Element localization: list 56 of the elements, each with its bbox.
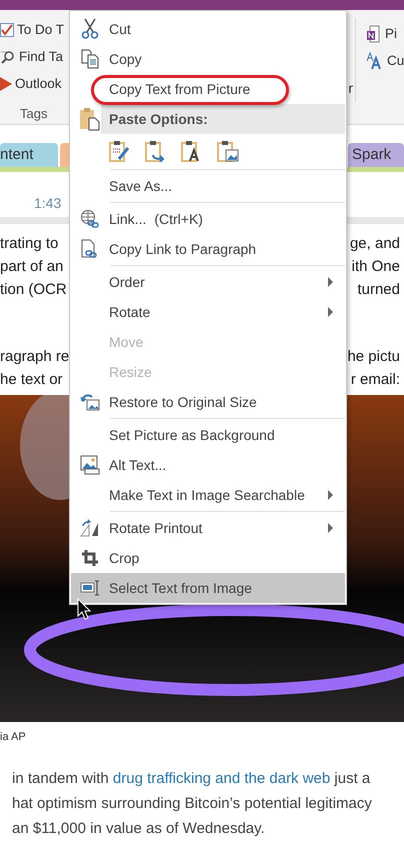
ribbon-button-label[interactable]: To Do T bbox=[17, 22, 64, 37]
crop-icon bbox=[81, 549, 99, 567]
paragraph-text: tion (OCR bbox=[0, 280, 67, 300]
copy-icon bbox=[80, 49, 100, 69]
paste-merge-icon[interactable] bbox=[145, 140, 167, 162]
menu-item[interactable]: Set Picture as Background bbox=[71, 420, 345, 450]
paragraph-text: r email: bbox=[350, 370, 400, 390]
menu-section-header: Paste Options: bbox=[101, 104, 345, 134]
menu-item[interactable]: Make Text in Image Searchable bbox=[71, 480, 345, 510]
scissors-icon bbox=[80, 18, 100, 40]
article-text: an $11,000 in value as of Wednesday. bbox=[12, 819, 266, 839]
menu-item[interactable]: Crop bbox=[71, 543, 345, 573]
paragraph-text: he text or bbox=[0, 370, 63, 390]
clipboard-icon bbox=[79, 107, 101, 131]
menu-item[interactable]: Alt Text... bbox=[71, 450, 345, 480]
paragraph-text: ragraph re bbox=[0, 347, 70, 367]
ribbon-group-label: Tags bbox=[20, 106, 48, 121]
ribbon-button-label[interactable]: Cu bbox=[387, 53, 404, 68]
menu-item[interactable]: Cut bbox=[71, 14, 345, 44]
flag-triangle-icon bbox=[0, 76, 12, 90]
ribbon-button-label[interactable]: Outlook bbox=[15, 76, 62, 91]
paragraph-text: he pictu bbox=[347, 347, 400, 367]
menu-item[interactable]: Select Text from Image bbox=[71, 573, 345, 603]
select-text-icon bbox=[80, 580, 100, 596]
ribbon-button-label[interactable]: Pi bbox=[385, 26, 398, 41]
paste-format-icon[interactable] bbox=[109, 140, 131, 162]
menu-item[interactable]: Rotate Printout bbox=[71, 513, 345, 543]
section-tab[interactable]: ntent bbox=[0, 143, 58, 167]
photo-caption: ia AP bbox=[0, 731, 26, 743]
ribbon-button-label[interactable]: Find Ta bbox=[19, 49, 64, 64]
paragraph-text: turned bbox=[357, 280, 400, 300]
restore-picture-icon bbox=[80, 393, 100, 411]
font-letters-icon bbox=[366, 52, 384, 70]
article-text: in tandem with drug trafficking and the dark web just a bbox=[12, 769, 372, 789]
picture-icon bbox=[80, 455, 100, 475]
menu-item[interactable]: Copy bbox=[71, 44, 345, 74]
menu-item[interactable]: Link... (Ctrl+K) bbox=[71, 204, 345, 234]
page-time: 1:43 bbox=[34, 195, 62, 211]
paste-picture-icon[interactable] bbox=[217, 140, 239, 162]
menu-item[interactable]: Copy Link to Paragraph bbox=[71, 234, 345, 264]
rotate-printout-icon bbox=[80, 519, 100, 537]
menu-item[interactable]: Rotate bbox=[71, 297, 345, 327]
article-link[interactable]: drug trafficking and the dark web bbox=[112, 770, 330, 787]
menu-item[interactable]: Save As... bbox=[71, 171, 345, 201]
paragraph-text: ge, and bbox=[350, 234, 400, 254]
article-text: hat optimism surrounding Bitcoin’s potential legitimacy bbox=[12, 794, 373, 814]
globe-link-icon bbox=[80, 209, 100, 229]
paragraph-text: trating to bbox=[0, 234, 58, 254]
menu-item[interactable]: Restore to Original Size bbox=[71, 387, 345, 417]
notebook-page-icon bbox=[366, 24, 382, 42]
menu-item[interactable]: Order bbox=[71, 267, 345, 297]
paragraph-text: ith One bbox=[352, 257, 400, 277]
paragraph-text: part of an bbox=[0, 257, 64, 277]
section-tab[interactable]: Spark bbox=[348, 143, 404, 167]
ribbon-button-label[interactable]: r bbox=[348, 80, 353, 96]
find-tags-icon bbox=[0, 48, 16, 64]
